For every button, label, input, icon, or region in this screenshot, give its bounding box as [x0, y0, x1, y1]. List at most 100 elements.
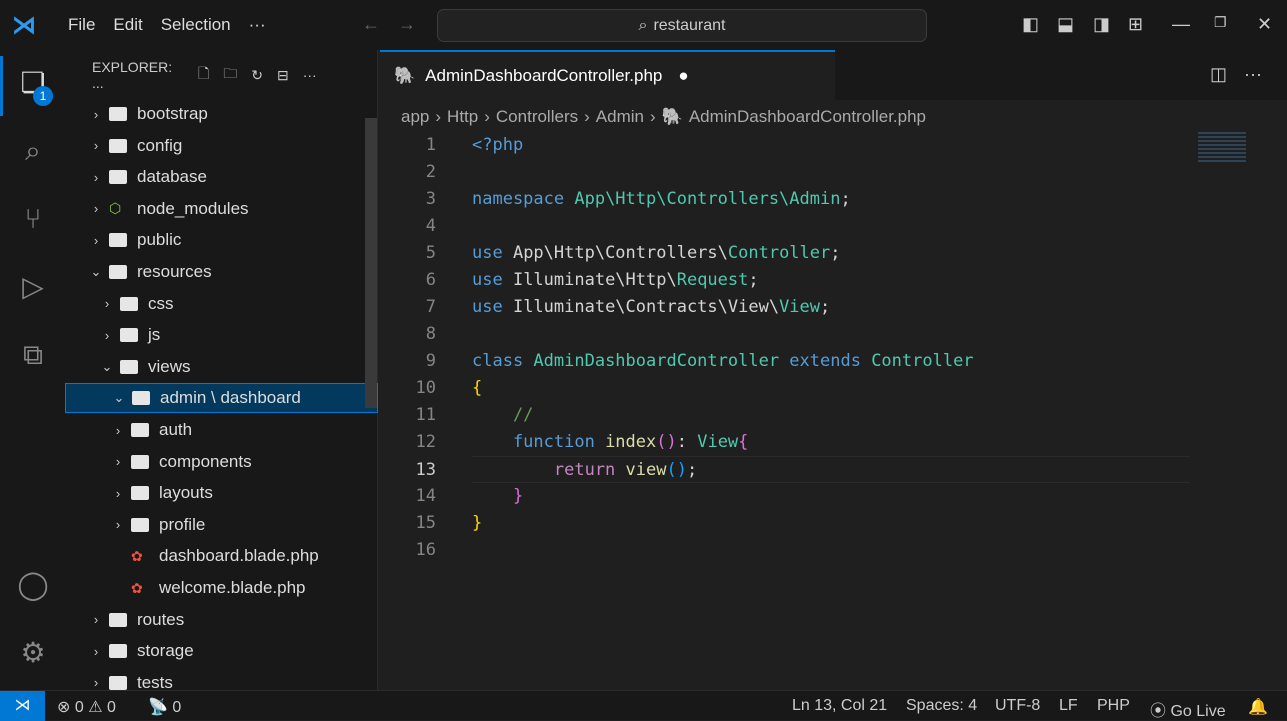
tree-item[interactable]: › ⬡ node_modules [65, 194, 378, 224]
toggle-sidebar-icon[interactable]: ◧ [1022, 14, 1039, 35]
customize-layout-icon[interactable]: ⊞ [1128, 14, 1143, 35]
chevron-right-icon[interactable]: › [111, 517, 125, 532]
tree-item[interactable]: › database [65, 162, 378, 192]
minimap[interactable] [1198, 132, 1246, 162]
notifications-bell-icon[interactable]: 🔔 [1248, 697, 1268, 717]
refresh-icon[interactable]: ↻ [251, 67, 263, 84]
chevron-right-icon[interactable]: › [111, 454, 125, 469]
chevron-right-icon[interactable]: › [89, 675, 103, 690]
line-number: 11 [415, 405, 436, 425]
chevron-right-icon[interactable]: › [89, 201, 103, 216]
chevron-right-icon[interactable]: › [111, 423, 125, 438]
tree-item-label: js [148, 325, 161, 345]
code-token: return [472, 460, 626, 480]
tree-item[interactable]: › components [65, 447, 378, 477]
modified-dot[interactable]: ● [678, 66, 688, 86]
account-icon[interactable]: ◯ [14, 566, 52, 604]
restore-icon[interactable]: ❐ [1214, 14, 1227, 31]
close-icon[interactable]: ✕ [1257, 14, 1272, 35]
chevron-right-icon[interactable]: › [89, 612, 103, 627]
code-line: 14 } [380, 483, 1287, 510]
encoding[interactable]: UTF-8 [995, 697, 1040, 715]
go-live-button[interactable]: ⦿ Go Live [1150, 697, 1226, 721]
tree-item[interactable]: ⌄ resources [65, 257, 378, 287]
chevron-right-icon[interactable]: › [89, 644, 103, 659]
code-token: index [605, 432, 657, 452]
minimize-icon[interactable]: — [1172, 14, 1190, 35]
tree-item[interactable]: ⌄ views [65, 352, 378, 382]
crumb-admin[interactable]: Admin [596, 107, 644, 127]
chevron-down-icon[interactable]: ⌄ [89, 264, 103, 280]
code-token: use [472, 297, 513, 317]
menu-more[interactable]: ··· [249, 15, 266, 35]
crumb-file[interactable]: AdminDashboardController.php [689, 107, 926, 127]
code-line: 9 class AdminDashboardController extends … [380, 348, 1287, 375]
tree-item-label: config [137, 135, 183, 155]
chevron-down-icon[interactable]: ⌄ [100, 359, 114, 375]
language-mode[interactable]: PHP [1097, 697, 1130, 715]
ports-status[interactable]: 📡 0 [148, 697, 181, 717]
chevron-right-icon[interactable]: › [89, 107, 103, 122]
code-token: } [472, 486, 524, 506]
tree-item[interactable]: › config [65, 131, 378, 161]
tree-item[interactable]: › routes [65, 605, 378, 635]
tree-item-label: css [148, 293, 174, 313]
new-folder-icon[interactable]: 🗀 [223, 63, 237, 87]
tree-item[interactable]: ⌄ admin \ dashboard [65, 383, 378, 414]
menu-file[interactable]: File [68, 15, 95, 35]
folder-icon [120, 296, 138, 311]
indentation[interactable]: Spaces: 4 [906, 697, 977, 715]
toggle-panel-icon[interactable]: ⬓ [1057, 14, 1074, 35]
chevron-right-icon[interactable]: › [100, 296, 114, 311]
tree-item[interactable]: › public [65, 225, 378, 255]
menu-selection[interactable]: Selection [161, 15, 231, 35]
chevron-right-icon[interactable]: › [100, 328, 114, 343]
menu-edit[interactable]: Edit [113, 15, 142, 35]
tree-item[interactable]: › auth [65, 415, 378, 445]
tree-item[interactable]: › layouts [65, 478, 378, 508]
new-file-icon[interactable]: 🗋 [198, 63, 209, 87]
code-token: use [472, 270, 513, 290]
line-number: 2 [425, 162, 436, 182]
tree-item[interactable]: › css [65, 289, 378, 319]
php-elephant-icon: 🐘 [661, 106, 683, 126]
command-center-search[interactable]: ⌕ restaurant [437, 9, 927, 42]
remote-indicator-icon[interactable]: ⋊ [0, 691, 45, 721]
toggle-secondary-sidebar-icon[interactable]: ◨ [1093, 14, 1110, 35]
tree-item[interactable]: › bootstrap [65, 99, 378, 129]
extensions-icon[interactable]: ⧉ [14, 336, 52, 374]
cursor-position[interactable]: Ln 13, Col 21 [792, 697, 887, 715]
source-control-icon[interactable]: ⑂ [14, 200, 52, 238]
chevron-right-icon[interactable]: › [89, 170, 103, 185]
more-actions-icon[interactable]: ··· [303, 67, 317, 83]
chevron-right-icon[interactable]: › [111, 486, 125, 501]
back-arrow-icon[interactable]: ← [362, 14, 380, 35]
code-token: AdminDashboardController [533, 351, 790, 371]
crumb-http[interactable]: Http [447, 107, 478, 127]
tree-item-label: bootstrap [137, 104, 208, 123]
problems-status[interactable]: ⊗ 0 ⚠ 0 [57, 697, 116, 717]
crumb-app[interactable]: app [401, 107, 429, 127]
end-of-line[interactable]: LF [1059, 697, 1078, 715]
tree-item[interactable]: ✿ welcome.blade.php [65, 573, 378, 603]
search-icon[interactable]: ⌕ [14, 132, 52, 170]
chevron-down-icon[interactable]: ⌄ [112, 390, 126, 406]
split-editor-icon[interactable]: ◫ [1210, 64, 1227, 85]
tab-admin-dashboard-controller[interactable]: 🐘 AdminDashboardController.php ● [380, 50, 835, 100]
laravel-blade-icon: ✿ [131, 579, 143, 596]
run-debug-icon[interactable]: ▷ [14, 268, 52, 306]
forward-arrow-icon[interactable]: → [398, 14, 416, 35]
settings-gear-icon[interactable]: ⚙ [14, 634, 52, 672]
collapse-all-icon[interactable]: ⊟ [277, 67, 289, 84]
chevron-right-icon[interactable]: › [89, 233, 103, 248]
chevron-right-icon[interactable]: › [89, 138, 103, 153]
sidebar-scrollbar[interactable] [365, 118, 377, 408]
tree-item[interactable]: › profile [65, 510, 378, 540]
editor-more-icon[interactable]: ··· [1244, 64, 1262, 85]
tree-item[interactable]: › js [65, 320, 378, 350]
code-token: () [666, 460, 687, 480]
tree-item-label: components [159, 451, 252, 471]
tree-item[interactable]: › storage [65, 636, 378, 666]
tree-item[interactable]: ✿ dashboard.blade.php [65, 541, 378, 571]
crumb-controllers[interactable]: Controllers [496, 107, 578, 127]
